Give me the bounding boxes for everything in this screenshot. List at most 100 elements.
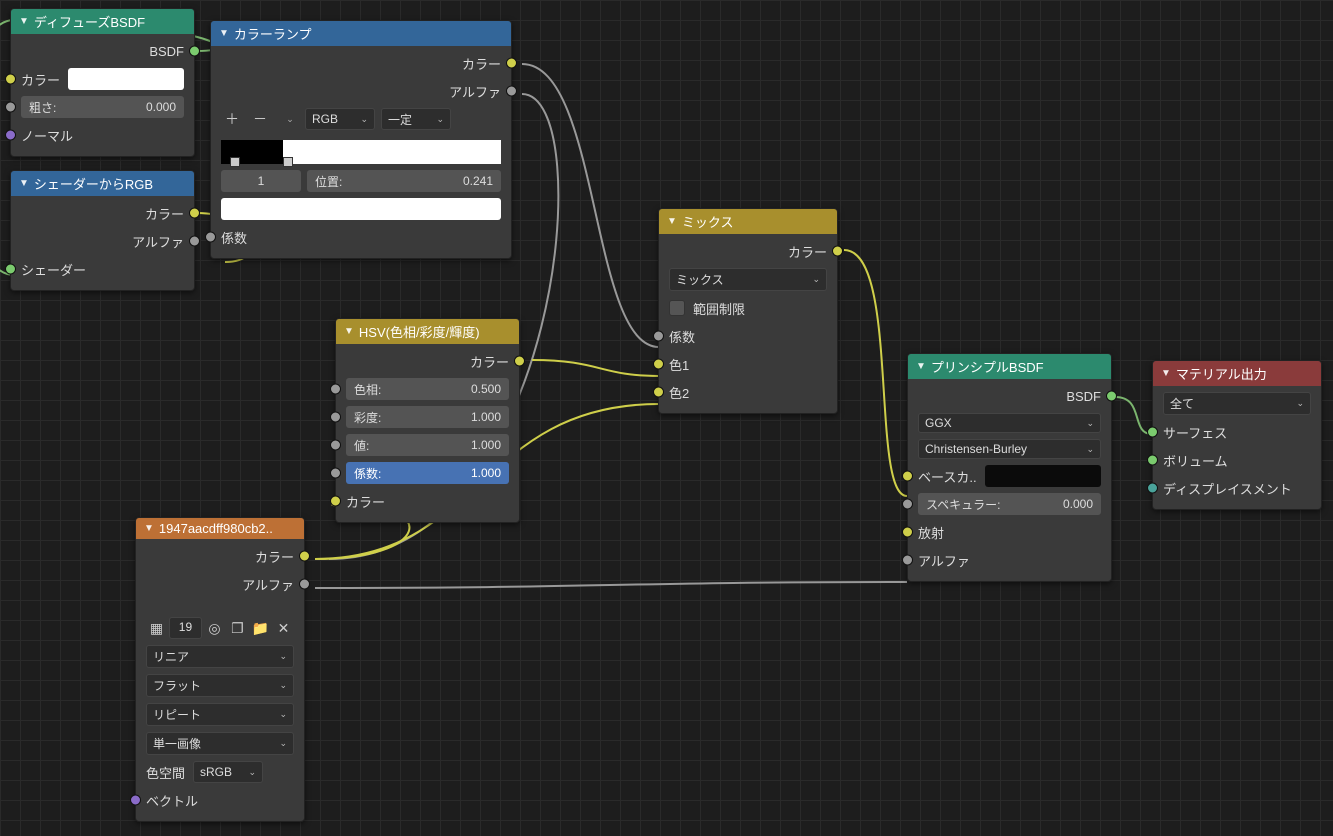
socket-label: 色2	[669, 383, 689, 402]
socket-label: アルファ	[449, 82, 501, 101]
blend-mode-dropdown[interactable]: ミックス⌄	[669, 268, 827, 291]
color-ramp-gradient[interactable]	[221, 140, 501, 164]
socket-label: ディスプレイスメント	[1163, 479, 1292, 498]
input-socket-normal[interactable]	[5, 130, 16, 141]
stop-position-field[interactable]: 位置:0.241	[307, 170, 501, 192]
saturation-field[interactable]: 彩度:1.000	[346, 406, 509, 428]
socket-label: シェーダー	[21, 260, 86, 279]
node-material-output[interactable]: ▼ マテリアル出力 全て⌄ サーフェス ボリューム ディスプレイスメント	[1152, 360, 1322, 510]
distribution-dropdown[interactable]: GGX⌄	[918, 413, 1101, 433]
node-color-ramp[interactable]: ▼ カラーランプ カラー アルファ ＋ － ⌄ RGB⌄ 一定⌄ 1 位置:0.…	[210, 20, 512, 259]
input-socket-roughness[interactable]	[5, 102, 16, 113]
node-header[interactable]: ▼ ミックス	[659, 209, 837, 234]
interpolation-dropdown[interactable]: 一定⌄	[381, 108, 451, 130]
input-socket-vector[interactable]	[130, 795, 141, 806]
node-shader-to-rgb[interactable]: ▼ シェーダーからRGB カラー アルファ シェーダー	[10, 170, 195, 291]
ramp-stop-handle[interactable]	[230, 157, 240, 167]
node-header[interactable]: ▼ マテリアル出力	[1153, 361, 1321, 386]
open-image-icon[interactable]: 📁	[250, 617, 271, 639]
ramp-stop-handle[interactable]	[283, 157, 293, 167]
input-socket-color[interactable]	[330, 496, 341, 507]
image-browse-icon[interactable]: ▦	[146, 617, 167, 639]
input-socket-fac[interactable]	[205, 232, 216, 243]
input-socket-alpha[interactable]	[902, 555, 913, 566]
target-dropdown[interactable]: 全て⌄	[1163, 392, 1311, 415]
node-diffuse-bsdf[interactable]: ▼ ディフューズBSDF BSDF カラー 粗さ:0.000 ノーマル	[10, 8, 195, 157]
hue-field[interactable]: 色相:0.500	[346, 378, 509, 400]
interpolation-dropdown[interactable]: リニア⌄	[146, 645, 294, 668]
new-image-icon[interactable]: ❐	[227, 617, 248, 639]
node-image-texture[interactable]: ▼ 1947aacdff980cb2.. カラー アルファ ▦ 19 ◎ ❐ 📁…	[135, 517, 305, 822]
output-socket-bsdf[interactable]	[189, 46, 200, 57]
projection-dropdown[interactable]: フラット⌄	[146, 674, 294, 697]
input-socket-value[interactable]	[330, 440, 341, 451]
source-dropdown[interactable]: 単一画像⌄	[146, 732, 294, 755]
socket-label: ボリューム	[1163, 451, 1228, 470]
output-socket-color[interactable]	[299, 551, 310, 562]
node-header[interactable]: ▼ HSV(色相/彩度/輝度)	[336, 319, 519, 344]
collapse-icon[interactable]: ▼	[219, 28, 229, 39]
node-title: プリンシプルBSDF	[931, 357, 1044, 376]
ramp-menu-icon[interactable]: ⌄	[277, 108, 299, 130]
input-socket-displacement[interactable]	[1147, 483, 1158, 494]
collapse-icon[interactable]: ▼	[916, 361, 926, 372]
image-users-field[interactable]: 19	[169, 617, 202, 639]
input-socket-color1[interactable]	[653, 359, 664, 370]
output-socket-alpha[interactable]	[299, 579, 310, 590]
node-header[interactable]: ▼ シェーダーからRGB	[11, 171, 194, 196]
unlink-image-icon[interactable]: ✕	[273, 617, 294, 639]
input-socket-shader[interactable]	[5, 264, 16, 275]
input-socket-specular[interactable]	[902, 499, 913, 510]
output-socket-bsdf[interactable]	[1106, 391, 1117, 402]
fake-user-icon[interactable]: ◎	[204, 617, 225, 639]
node-mix[interactable]: ▼ ミックス カラー ミックス⌄ 範囲制限 係数 色1 色2	[658, 208, 838, 414]
input-socket-surface[interactable]	[1147, 427, 1158, 438]
input-socket-base-color[interactable]	[902, 471, 913, 482]
base-color-swatch[interactable]	[985, 465, 1101, 487]
node-header[interactable]: ▼ ディフューズBSDF	[11, 9, 194, 34]
value-field[interactable]: 値:1.000	[346, 434, 509, 456]
input-socket-fac[interactable]	[653, 331, 664, 342]
color-swatch[interactable]	[68, 68, 184, 90]
roughness-field[interactable]: 粗さ:0.000	[21, 96, 184, 118]
output-socket-alpha[interactable]	[189, 236, 200, 247]
output-socket-color[interactable]	[832, 246, 843, 257]
collapse-icon[interactable]: ▼	[667, 216, 677, 227]
color-mode-dropdown[interactable]: RGB⌄	[305, 108, 375, 130]
remove-stop-button[interactable]: －	[249, 108, 271, 130]
output-socket-color[interactable]	[514, 356, 525, 367]
output-socket-alpha[interactable]	[506, 86, 517, 97]
extension-dropdown[interactable]: リピート⌄	[146, 703, 294, 726]
clamp-checkbox[interactable]	[669, 300, 685, 316]
collapse-icon[interactable]: ▼	[19, 16, 29, 27]
node-header[interactable]: ▼ 1947aacdff980cb2..	[136, 518, 304, 539]
node-header[interactable]: ▼ プリンシプルBSDF	[908, 354, 1111, 379]
stop-index-field[interactable]: 1	[221, 170, 301, 192]
input-socket-volume[interactable]	[1147, 455, 1158, 466]
node-principled-bsdf[interactable]: ▼ プリンシプルBSDF BSDF GGX⌄ Christensen-Burle…	[907, 353, 1112, 582]
specular-field[interactable]: スペキュラー:0.000	[918, 493, 1101, 515]
add-stop-button[interactable]: ＋	[221, 108, 243, 130]
input-socket-saturation[interactable]	[330, 412, 341, 423]
base-color-label: ベースカ..	[918, 467, 977, 486]
collapse-icon[interactable]: ▼	[344, 326, 354, 337]
input-socket-fac[interactable]	[330, 468, 341, 479]
sss-method-dropdown[interactable]: Christensen-Burley⌄	[918, 439, 1101, 459]
input-socket-emission[interactable]	[902, 527, 913, 538]
colorspace-label: 色空間	[146, 763, 185, 782]
colorspace-dropdown[interactable]: sRGB⌄	[193, 761, 263, 783]
input-socket-color[interactable]	[5, 74, 16, 85]
input-socket-hue[interactable]	[330, 384, 341, 395]
input-socket-color2[interactable]	[653, 387, 664, 398]
output-socket-color[interactable]	[189, 208, 200, 219]
node-header[interactable]: ▼ カラーランプ	[211, 21, 511, 46]
node-title: カラーランプ	[234, 24, 312, 43]
node-title: HSV(色相/彩度/輝度)	[359, 322, 480, 341]
collapse-icon[interactable]: ▼	[19, 178, 29, 189]
collapse-icon[interactable]: ▼	[1161, 368, 1171, 379]
collapse-icon[interactable]: ▼	[144, 523, 154, 534]
stop-color-swatch[interactable]	[221, 198, 501, 220]
node-hsv[interactable]: ▼ HSV(色相/彩度/輝度) カラー 色相:0.500 彩度:1.000 値:…	[335, 318, 520, 523]
fac-field[interactable]: 係数:1.000	[346, 462, 509, 484]
output-socket-color[interactable]	[506, 58, 517, 69]
